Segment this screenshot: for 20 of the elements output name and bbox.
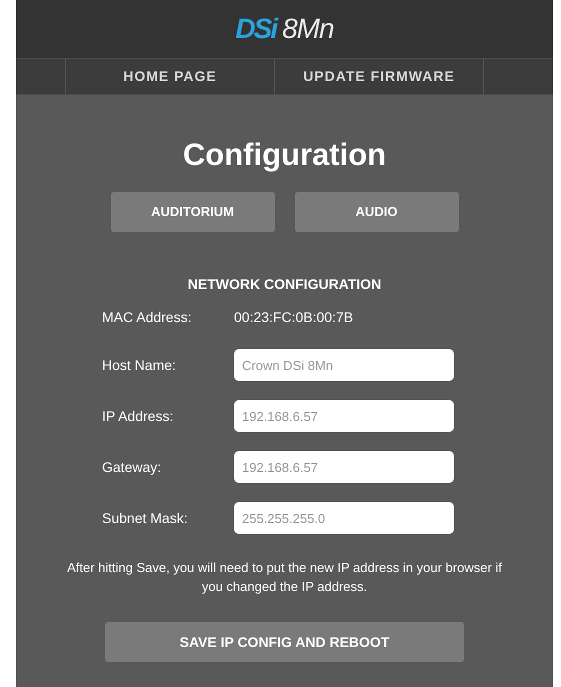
logo-model: 8Mn xyxy=(282,12,334,46)
field-label: IP Address: xyxy=(102,406,174,426)
field-label: MAC Address: xyxy=(102,308,192,327)
input-field[interactable]: 255.255.255.0 xyxy=(234,502,454,534)
nav-link[interactable]: UPDATE FIRMWARE xyxy=(275,59,484,94)
section-heading: NETWORK CONFIGURATION xyxy=(186,275,382,294)
mac-address-value: 00:23:FC:0B:00:7B xyxy=(234,308,354,327)
section-button[interactable]: AUDIO xyxy=(294,192,458,232)
field-label: Host Name: xyxy=(102,356,177,374)
input-field[interactable]: Crown DSi 8Mn xyxy=(234,349,454,381)
field-label: Gateway: xyxy=(102,458,162,477)
note-text: After hitting Save, you will need to put the new IP address in your browser if you changed the IP address. xyxy=(66,559,503,596)
section-button[interactable]: AUDITORIUM xyxy=(110,192,274,232)
field-label: Subnet Mask: xyxy=(102,508,189,528)
page-title: Configuration xyxy=(182,139,388,170)
save-button[interactable]: SAVE IP CONFIG AND REBOOT xyxy=(105,622,464,662)
nav-link[interactable]: HOME PAGE xyxy=(66,59,275,94)
input-field[interactable]: 192.168.6.57 xyxy=(234,400,454,432)
input-field[interactable]: 192.168.6.57 xyxy=(234,451,454,483)
logo-brand: DSi xyxy=(235,12,276,46)
